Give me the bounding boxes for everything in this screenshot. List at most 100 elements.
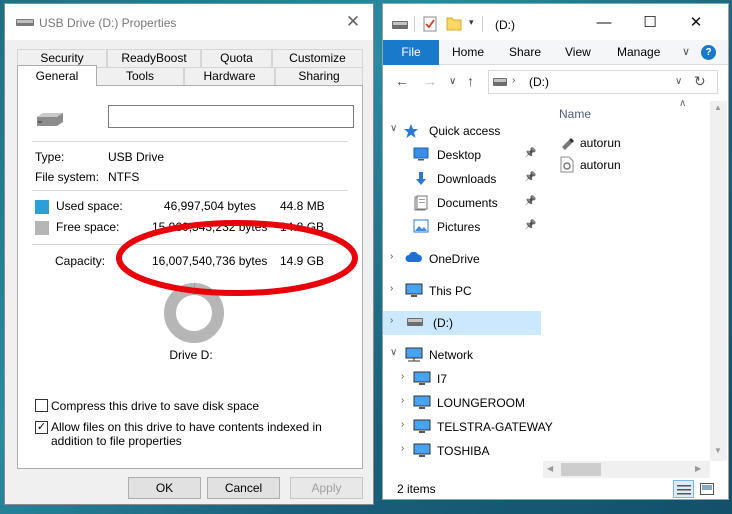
ok-button[interactable]: OK bbox=[128, 477, 201, 499]
sidebar-item-quick-access[interactable]: ∨ Quick access bbox=[383, 119, 541, 143]
usb-drive-large-icon bbox=[37, 113, 63, 126]
dialog-title: USB Drive (D:) Properties bbox=[39, 16, 177, 30]
new-folder-icon[interactable] bbox=[446, 16, 462, 31]
explorer-titlebar: ▾ (D:) — ☐ ✕ bbox=[383, 4, 728, 42]
used-space-size: 44.8 MB bbox=[280, 199, 325, 213]
apply-button[interactable]: Apply bbox=[290, 477, 363, 499]
sidebar-item-toshiba[interactable]: › TOSHIBA bbox=[383, 439, 541, 463]
sidebar-item-pictures[interactable]: Pictures 📌 bbox=[383, 215, 541, 239]
expand-ribbon-icon[interactable]: ∨ bbox=[682, 40, 690, 65]
refresh-icon[interactable]: ↻ bbox=[694, 73, 706, 90]
chevron-right-icon[interactable]: › bbox=[390, 283, 393, 294]
properties-dialog: USB Drive (D:) Properties ✕ Security Rea… bbox=[4, 3, 374, 505]
sidebar-item-desktop[interactable]: Desktop 📌 bbox=[383, 143, 541, 167]
file-list: Name ∧ autorun autorun ▲ ▼ ◀ ▶ bbox=[543, 98, 728, 479]
tab-quota[interactable]: Quota bbox=[201, 49, 272, 67]
free-space-swatch bbox=[35, 221, 49, 235]
sidebar-item-onedrive[interactable]: › OneDrive bbox=[383, 247, 541, 271]
sidebar-item-label: Documents bbox=[437, 196, 498, 210]
up-arrow-icon[interactable]: ↑ bbox=[467, 73, 474, 89]
maximize-icon[interactable]: ☐ bbox=[635, 12, 665, 34]
large-icons-view-icon[interactable] bbox=[697, 480, 718, 498]
recent-locations-icon[interactable]: ∨ bbox=[449, 76, 456, 87]
pictures-icon bbox=[413, 219, 429, 233]
minimize-icon[interactable]: — bbox=[589, 12, 619, 34]
sidebar-item-d[interactable]: › (D:) bbox=[383, 311, 541, 335]
used-space-swatch bbox=[35, 200, 49, 214]
file-name: autorun bbox=[580, 158, 621, 172]
sidebar-item-documents[interactable]: Documents 📌 bbox=[383, 191, 541, 215]
sidebar-item-label: OneDrive bbox=[429, 252, 480, 266]
breadcrumb-chevron-icon: › bbox=[512, 75, 516, 86]
file-system-value: NTFS bbox=[108, 170, 140, 184]
address-path: (D:) bbox=[529, 75, 549, 89]
used-space-bytes: 46,997,504 bytes bbox=[163, 199, 256, 213]
list-item[interactable]: autorun bbox=[559, 156, 649, 174]
sidebar-item-label: TELSTRA-GATEWAY bbox=[437, 420, 553, 434]
compress-checkbox[interactable] bbox=[35, 399, 48, 412]
pin-icon: 📌 bbox=[524, 172, 537, 183]
tab-customize[interactable]: Customize bbox=[272, 49, 363, 67]
drive-icon bbox=[493, 78, 507, 86]
dialog-titlebar: USB Drive (D:) Properties ✕ bbox=[5, 4, 373, 40]
scroll-thumb[interactable] bbox=[561, 463, 601, 476]
scroll-left-icon[interactable]: ◀ bbox=[547, 464, 553, 473]
red-annotation-ellipse bbox=[116, 220, 358, 296]
divider bbox=[482, 16, 483, 32]
tab-home[interactable]: Home bbox=[452, 40, 484, 65]
sidebar-item-this-pc[interactable]: › This PC bbox=[383, 279, 541, 303]
sidebar-item-network[interactable]: ∨ Network bbox=[383, 343, 541, 367]
column-header-name[interactable]: Name bbox=[559, 107, 591, 121]
tab-row-bottom: Tools Hardware Sharing General bbox=[17, 65, 363, 86]
scroll-right-icon[interactable]: ▶ bbox=[695, 464, 701, 473]
divider bbox=[32, 141, 348, 142]
desktop-icon bbox=[413, 147, 429, 161]
tab-general[interactable]: General bbox=[17, 65, 97, 86]
chevron-right-icon[interactable]: › bbox=[401, 395, 404, 406]
chevron-right-icon[interactable]: › bbox=[390, 251, 393, 262]
back-arrow-icon[interactable]: ← bbox=[395, 73, 409, 89]
usb-autorun-icon bbox=[562, 138, 574, 150]
scroll-down-icon[interactable]: ▼ bbox=[714, 446, 722, 455]
cancel-button[interactable]: Cancel bbox=[207, 477, 280, 499]
forward-arrow-icon[interactable]: → bbox=[423, 73, 437, 89]
close-icon[interactable]: ✕ bbox=[343, 12, 363, 32]
sidebar-item-loungeroom[interactable]: › LOUNGEROOM bbox=[383, 391, 541, 415]
properties-icon[interactable] bbox=[423, 16, 437, 32]
customize-qat-icon[interactable]: ▾ bbox=[469, 17, 474, 28]
chevron-down-icon[interactable]: ∨ bbox=[390, 347, 397, 358]
tab-tools[interactable]: Tools bbox=[96, 67, 184, 85]
address-box[interactable]: › (D:) ∨ ↻ bbox=[488, 70, 718, 94]
horizontal-scrollbar[interactable]: ◀ ▶ bbox=[543, 461, 710, 478]
tab-sharing[interactable]: Sharing bbox=[275, 67, 363, 85]
tab-readyboost[interactable]: ReadyBoost bbox=[107, 49, 201, 67]
tab-file[interactable]: File bbox=[383, 40, 439, 65]
divider bbox=[414, 16, 415, 32]
tab-share[interactable]: Share bbox=[509, 40, 541, 65]
details-view-icon[interactable] bbox=[673, 480, 694, 498]
star-icon bbox=[403, 123, 419, 138]
tab-view[interactable]: View bbox=[565, 40, 591, 65]
tab-manage[interactable]: Manage bbox=[617, 40, 660, 65]
close-icon[interactable]: ✕ bbox=[681, 12, 711, 34]
sidebar-item-i7[interactable]: › I7 bbox=[383, 367, 541, 391]
sidebar-item-downloads[interactable]: Downloads 📌 bbox=[383, 167, 541, 191]
chevron-right-icon[interactable]: › bbox=[390, 315, 393, 326]
drive-name-input[interactable] bbox=[108, 105, 354, 128]
index-checkbox[interactable]: ✓ bbox=[35, 421, 48, 434]
list-item[interactable]: autorun bbox=[559, 134, 649, 152]
vertical-scrollbar[interactable]: ▲ ▼ bbox=[710, 101, 727, 461]
chevron-down-icon[interactable]: ∨ bbox=[390, 123, 397, 134]
tab-hardware[interactable]: Hardware bbox=[184, 67, 275, 85]
address-dropdown-icon[interactable]: ∨ bbox=[675, 76, 682, 87]
sidebar-item-label: TOSHIBA bbox=[437, 444, 490, 458]
chevron-right-icon[interactable]: › bbox=[401, 419, 404, 430]
chevron-right-icon[interactable]: › bbox=[401, 371, 404, 382]
scroll-up-icon[interactable]: ▲ bbox=[714, 103, 722, 112]
sidebar-item-label: I7 bbox=[437, 372, 448, 386]
sidebar-item-telstra-gateway[interactable]: › TELSTRA-GATEWAY bbox=[383, 415, 553, 439]
monitor-icon bbox=[413, 395, 431, 409]
window-title: (D:) bbox=[495, 18, 515, 32]
chevron-right-icon[interactable]: › bbox=[401, 443, 404, 454]
help-icon[interactable]: ? bbox=[701, 45, 716, 60]
